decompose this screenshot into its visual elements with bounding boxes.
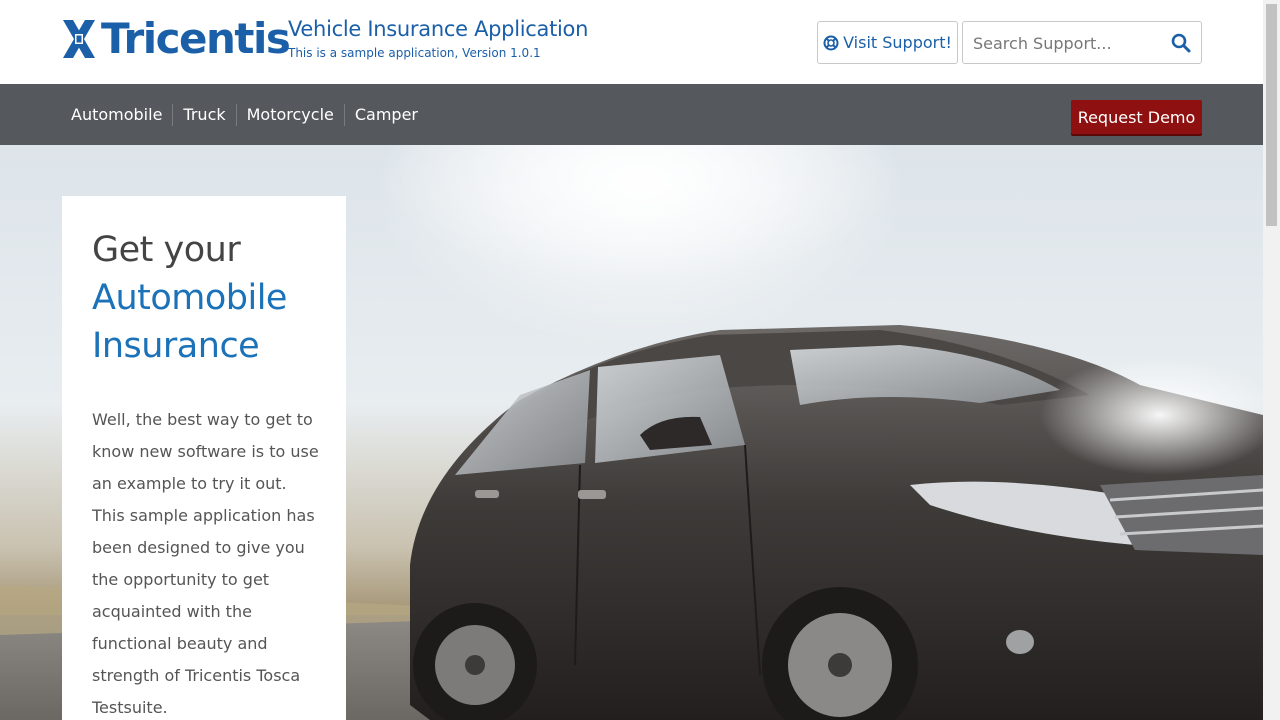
visit-support-button[interactable]: Visit Support! bbox=[817, 21, 958, 64]
nav-item-camper[interactable]: Camper bbox=[343, 103, 428, 126]
search-support-field[interactable] bbox=[962, 21, 1202, 64]
hero-intro-text: Well, the best way to get to know new so… bbox=[92, 410, 319, 717]
headline-insurance: Insurance bbox=[92, 326, 260, 366]
nav-items: Automobile Truck Motorcycle Camper bbox=[61, 84, 428, 145]
nav-item-automobile[interactable]: Automobile bbox=[61, 104, 172, 126]
tricentis-logo-icon bbox=[63, 20, 95, 58]
hero-info-card: Get your Automobile Insurance Well, the … bbox=[62, 196, 346, 720]
search-icon[interactable] bbox=[1171, 33, 1191, 53]
request-demo-button[interactable]: Request Demo bbox=[1071, 100, 1202, 134]
app-title: Vehicle Insurance Application bbox=[288, 17, 589, 41]
scrollbar-thumb[interactable] bbox=[1266, 4, 1277, 226]
search-input[interactable] bbox=[973, 32, 1163, 54]
visit-support-label: Visit Support! bbox=[843, 33, 952, 52]
headline-automobile: Automobile bbox=[92, 278, 287, 318]
nav-item-motorcycle[interactable]: Motorcycle bbox=[235, 103, 344, 126]
headline-prefix: Get your bbox=[92, 230, 241, 270]
tricentis-logo[interactable]: Tricentis bbox=[61, 14, 291, 63]
app-subtitle: This is a sample application, Version 1.… bbox=[288, 46, 541, 60]
hero-headline: Get your Automobile Insurance bbox=[92, 226, 320, 370]
page-scrollbar[interactable] bbox=[1263, 0, 1280, 720]
lifebuoy-icon bbox=[823, 35, 839, 50]
nav-item-truck[interactable]: Truck bbox=[172, 103, 235, 126]
logo-wordmark: Tricentis bbox=[101, 14, 291, 63]
site-header: Tricentis Vehicle Insurance Application … bbox=[0, 0, 1263, 84]
